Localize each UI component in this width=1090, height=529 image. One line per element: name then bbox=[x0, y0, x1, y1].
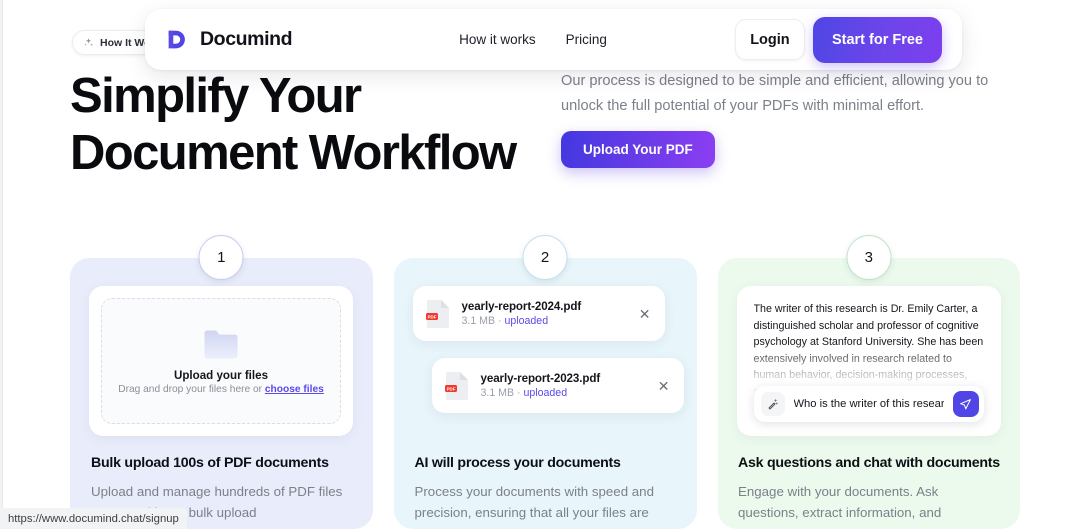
nav-link-pricing[interactable]: Pricing bbox=[566, 32, 607, 47]
pdf-file-icon: PDF bbox=[444, 371, 468, 400]
badge-label: How It Wo bbox=[100, 36, 151, 49]
chat-question-text[interactable]: Who is the writer of this research? bbox=[794, 398, 944, 410]
file-status: uploaded bbox=[504, 315, 549, 327]
file-row[interactable]: PDF yearly-report-2023.pdf 3.1 MB · uplo… bbox=[431, 358, 684, 413]
uploaded-file-list: PDF yearly-report-2024.pdf 3.1 MB · uplo… bbox=[412, 286, 684, 413]
login-button[interactable]: Login bbox=[734, 19, 805, 60]
hero-title-line-1: Simplify Your bbox=[70, 69, 362, 123]
sparkle-icon bbox=[84, 38, 94, 47]
file-size: 3.1 MB bbox=[480, 387, 515, 399]
page-left-edge bbox=[0, 0, 3, 529]
main-nav: How it works Pricing bbox=[459, 32, 607, 47]
file-size: 3.1 MB bbox=[461, 315, 496, 327]
status-bar-url: https://www.documind.chat/signup bbox=[0, 508, 187, 529]
step-caption-desc-3: Engage with your documents. Ask question… bbox=[738, 484, 942, 520]
file-meta: yearly-report-2024.pdf 3.1 MB · uploaded bbox=[462, 300, 628, 327]
chat-input-bar[interactable]: Who is the writer of this research? bbox=[753, 386, 984, 422]
hero-title-line-2: Document Workflow bbox=[70, 126, 517, 180]
step-caption-title-1: Bulk upload 100s of PDF documents bbox=[91, 455, 329, 471]
file-dropzone[interactable]: Upload your files Drag and drop your fil… bbox=[101, 298, 341, 424]
close-icon[interactable]: ✕ bbox=[639, 307, 651, 321]
start-for-free-button[interactable]: Start for Free bbox=[812, 16, 942, 63]
send-button[interactable] bbox=[952, 391, 979, 417]
upload-panel: Upload your files Drag and drop your fil… bbox=[89, 286, 353, 436]
folder-icon bbox=[204, 329, 238, 359]
close-icon[interactable]: ✕ bbox=[658, 379, 670, 393]
step-caption-title-3: Ask questions and chat with documents bbox=[738, 455, 1000, 471]
file-separator: · bbox=[517, 387, 521, 399]
nav-link-how-it-works[interactable]: How it works bbox=[459, 32, 536, 47]
file-name: yearly-report-2024.pdf bbox=[461, 300, 582, 313]
hero-subtitle: Our process is designed to be simple and… bbox=[561, 73, 989, 114]
upload-your-pdf-button[interactable]: Upload Your PDF bbox=[561, 131, 715, 168]
brand[interactable]: Documind bbox=[164, 27, 293, 53]
magic-wand-chip[interactable] bbox=[760, 392, 785, 416]
file-subtext: 3.1 MB · uploaded bbox=[462, 315, 628, 327]
send-paper-plane-icon bbox=[960, 398, 971, 409]
step-caption-desc-2: Process your documents with speed and pr… bbox=[414, 484, 654, 520]
step-captions-row: Bulk upload 100s of PDF documents Upload… bbox=[70, 455, 1020, 523]
step-number-badge-1: 1 bbox=[198, 235, 244, 280]
site-header: Documind How it works Pricing Login Star… bbox=[145, 9, 962, 70]
dropzone-hint: Drag and drop your files here or choose … bbox=[118, 384, 324, 395]
step-caption-2: AI will process your documents Process y… bbox=[394, 455, 697, 523]
file-subtext: 3.1 MB · uploaded bbox=[481, 387, 647, 399]
dropzone-title: Upload your files bbox=[173, 368, 269, 382]
svg-text:PDF: PDF bbox=[446, 386, 455, 391]
step-caption-3: Ask questions and chat with documents En… bbox=[717, 455, 1020, 523]
chat-panel: The writer of this research is Dr. Emily… bbox=[736, 286, 1001, 436]
choose-files-link[interactable]: choose files bbox=[265, 384, 324, 395]
documind-d-logo-icon bbox=[168, 30, 185, 48]
step-number-badge-3: 3 bbox=[846, 235, 892, 280]
pdf-file-icon: PDF bbox=[425, 299, 449, 328]
svg-text:PDF: PDF bbox=[427, 314, 436, 319]
file-separator: · bbox=[498, 315, 502, 327]
brand-name: Documind bbox=[200, 28, 293, 50]
page-title: Simplify Your Document Workflow bbox=[70, 68, 540, 182]
file-row[interactable]: PDF yearly-report-2024.pdf 3.1 MB · uplo… bbox=[412, 286, 665, 341]
file-status: uploaded bbox=[523, 387, 568, 399]
step-number-badge-2: 2 bbox=[522, 235, 568, 280]
file-meta: yearly-report-2023.pdf 3.1 MB · uploaded bbox=[481, 372, 647, 399]
magic-wand-icon bbox=[768, 399, 778, 410]
header-actions: Login Start for Free bbox=[734, 16, 942, 63]
how-it-works-badge[interactable]: How It Wo bbox=[72, 30, 154, 55]
step-caption-title-2: AI will process your documents bbox=[414, 455, 621, 471]
file-name: yearly-report-2023.pdf bbox=[480, 372, 601, 385]
dropzone-hint-prefix: Drag and drop your files here or bbox=[118, 383, 265, 395]
